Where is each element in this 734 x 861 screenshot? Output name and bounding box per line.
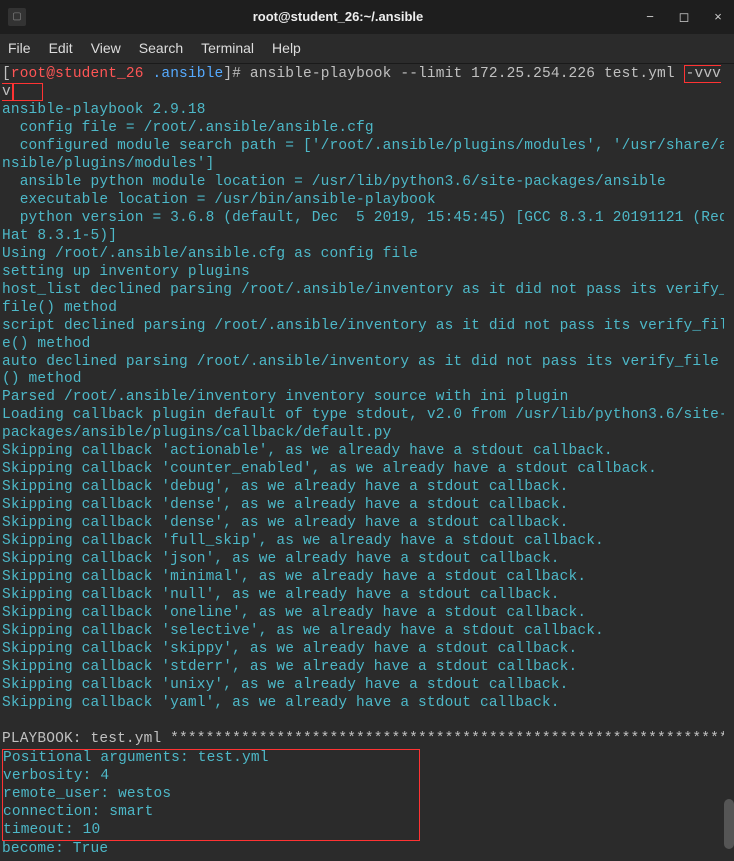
skip-line: Skipping callback 'counter_enabled', as … [2, 461, 657, 477]
boxed-line: timeout: 10 [3, 822, 100, 838]
skip-line: Skipping callback 'minimal', as we alrea… [2, 569, 586, 585]
menu-search[interactable]: Search [139, 40, 183, 57]
output-line: config file = /root/.ansible/ansible.cfg [2, 120, 374, 136]
menu-view[interactable]: View [91, 40, 121, 57]
output-line: python version = 3.6.8 (default, Dec 5 2… [2, 210, 734, 244]
scrollbar-thumb[interactable] [724, 799, 734, 849]
minimize-button[interactable]: − [642, 9, 658, 25]
prompt-open-bracket: [ [2, 66, 11, 82]
skip-line: Skipping callback 'selective', as we alr… [2, 623, 604, 639]
close-button[interactable]: × [710, 9, 726, 25]
output-line: setting up inventory plugins [2, 264, 250, 280]
prompt-space [144, 66, 153, 82]
output-line: executable location = /usr/bin/ansible-p… [2, 192, 436, 208]
skip-line: Skipping callback 'dense', as we already… [2, 515, 569, 531]
playbook-args-highlight: Positional arguments: test.yml verbosity… [2, 749, 420, 841]
verbose-flag-cursor [13, 83, 44, 101]
menu-edit[interactable]: Edit [49, 40, 73, 57]
skip-line: Skipping callback 'yaml', as we already … [2, 695, 560, 711]
output-line: host_list declined parsing /root/.ansibl… [2, 282, 728, 316]
skip-line: Skipping callback 'skippy', as we alread… [2, 641, 577, 657]
terminal-icon: ▢ [8, 8, 26, 26]
skip-line: Skipping callback 'actionable', as we al… [2, 443, 613, 459]
playbook-header: PLAYBOOK: test.yml *********************… [2, 731, 728, 747]
menubar: File Edit View Search Terminal Help [0, 34, 734, 64]
window-title: root@student_26:~/.ansible [34, 9, 642, 25]
skip-line: Skipping callback 'null', as we already … [2, 587, 560, 603]
after-box-line: become: True [2, 841, 108, 857]
output-line: Loading callback plugin default of type … [2, 407, 728, 441]
menu-help[interactable]: Help [272, 40, 301, 57]
maximize-button[interactable]: ◻ [676, 9, 692, 25]
skip-line: Skipping callback 'json', as we already … [2, 551, 560, 567]
skip-line: Skipping callback 'unixy', as we already… [2, 677, 569, 693]
boxed-line: remote_user: westos [3, 786, 171, 802]
output-line: ansible-playbook 2.9.18 [2, 102, 206, 118]
command-text: ansible-playbook --limit 172.25.254.226 … [241, 66, 684, 82]
boxed-line: connection: smart [3, 804, 153, 820]
boxed-line: Positional arguments: test.yml [3, 750, 269, 766]
output-line: Using /root/.ansible/ansible.cfg as conf… [2, 246, 418, 262]
output-line: configured module search path = ['/root/… [2, 138, 728, 172]
output-line: script declined parsing /root/.ansible/i… [2, 318, 728, 352]
boxed-line: verbosity: 4 [3, 768, 109, 784]
terminal-content[interactable]: [root@student_26 .ansible]# ansible-play… [0, 64, 734, 861]
skip-line: Skipping callback 'stderr', as we alread… [2, 659, 577, 675]
prompt-hash: # [232, 66, 241, 82]
prompt-user-host: root@student_26 [11, 66, 144, 82]
prompt-path: .ansible [153, 66, 224, 82]
skip-line: Skipping callback 'oneline', as we alrea… [2, 605, 586, 621]
output-line: ansible python module location = /usr/li… [2, 174, 666, 190]
output-line: auto declined parsing /root/.ansible/inv… [2, 354, 719, 388]
skip-line: Skipping callback 'dense', as we already… [2, 497, 569, 513]
menu-file[interactable]: File [8, 40, 31, 57]
prompt-close-bracket: ] [223, 66, 232, 82]
window-controls: − ◻ × [642, 9, 726, 25]
skip-line: Skipping callback 'full_skip', as we alr… [2, 533, 604, 549]
output-line: Parsed /root/.ansible/inventory inventor… [2, 389, 569, 405]
skip-line: Skipping callback 'debug', as we already… [2, 479, 569, 495]
scrollbar[interactable] [724, 64, 734, 859]
menu-terminal[interactable]: Terminal [201, 40, 254, 57]
titlebar: ▢ root@student_26:~/.ansible − ◻ × [0, 0, 734, 34]
